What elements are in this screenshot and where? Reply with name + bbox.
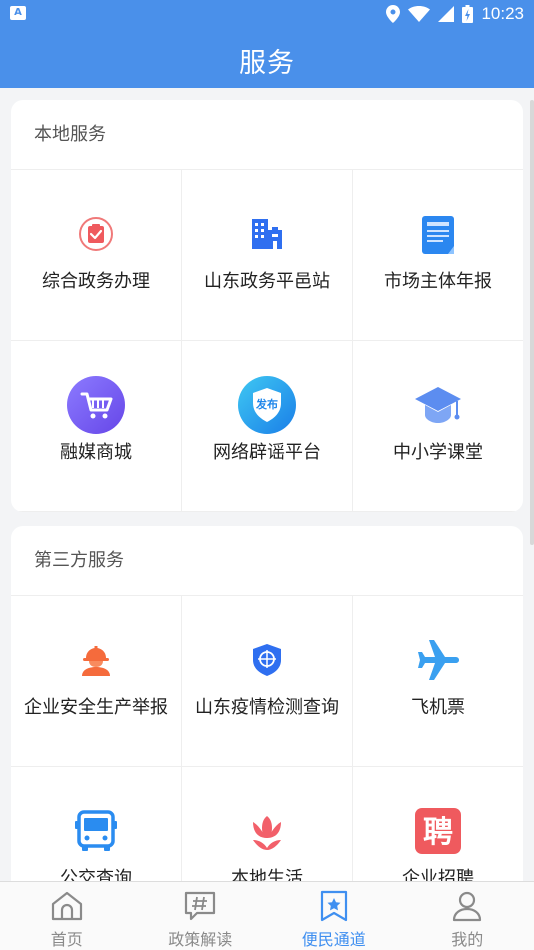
third-party-services-card: 第三方服务 企业安全生产举报 山东疫情检测查询 飞机票 公交查询 本地生活 聘 … bbox=[11, 526, 523, 886]
service-label: 融媒商城 bbox=[60, 442, 132, 463]
service-item-school-class[interactable]: 中小学课堂 bbox=[353, 341, 523, 512]
service-item-bus-query[interactable]: 公交查询 bbox=[11, 767, 182, 886]
nav-tab-mine[interactable]: 我的 bbox=[401, 882, 534, 950]
app-notification-icon: A bbox=[10, 6, 26, 20]
service-label: 市场主体年报 bbox=[384, 271, 492, 292]
bottom-nav: 首页 政策解读 便民通道 我的 bbox=[0, 881, 534, 950]
service-label: 企业安全生产举报 bbox=[24, 697, 168, 718]
local-services-card: 本地服务 综合政务办理 山东政务平邑站 市场主体年报 融媒商城 发布 网络辟谣平… bbox=[11, 100, 523, 512]
service-item-rumor-platform[interactable]: 发布 网络辟谣平台 bbox=[182, 341, 353, 512]
nav-label: 政策解读 bbox=[168, 930, 233, 949]
battery-icon bbox=[462, 5, 474, 23]
nav-tab-home[interactable]: 首页 bbox=[0, 882, 134, 950]
local-services-title: 本地服务 bbox=[11, 100, 523, 170]
service-item-media-mall[interactable]: 融媒商城 bbox=[11, 341, 182, 512]
signal-icon bbox=[438, 6, 455, 22]
flower-icon bbox=[237, 801, 297, 861]
service-item-job-recruit[interactable]: 聘 企业招聘 bbox=[353, 767, 523, 886]
service-item-safety-report[interactable]: 企业安全生产举报 bbox=[11, 596, 182, 767]
hashtag-chat-icon bbox=[185, 891, 216, 921]
service-label: 综合政务办理 bbox=[42, 271, 150, 292]
service-item-epidemic-test[interactable]: 山东疫情检测查询 bbox=[182, 596, 353, 767]
service-item-flight-tickets[interactable]: 飞机票 bbox=[353, 596, 523, 767]
wifi-icon bbox=[408, 6, 431, 22]
page-title: 服务 bbox=[239, 48, 295, 79]
location-icon bbox=[386, 5, 401, 23]
service-item-local-life[interactable]: 本地生活 bbox=[182, 767, 353, 886]
service-label: 网络辟谣平台 bbox=[213, 442, 321, 463]
status-bar: A 10:23 bbox=[0, 0, 534, 28]
nav-tab-convenience[interactable]: 便民通道 bbox=[267, 882, 401, 950]
service-label: 山东疫情检测查询 bbox=[195, 697, 339, 718]
nav-tab-policy[interactable]: 政策解读 bbox=[134, 882, 268, 950]
service-label: 山东政务平邑站 bbox=[204, 271, 330, 292]
nav-label: 首页 bbox=[50, 930, 83, 949]
checklist-icon bbox=[66, 204, 126, 264]
bus-icon bbox=[66, 801, 126, 861]
bookmark-star-icon bbox=[320, 890, 347, 922]
release-icon-text: 发布 bbox=[255, 397, 278, 411]
release-shield-icon: 发布 bbox=[237, 375, 297, 435]
nav-label: 便民通道 bbox=[301, 930, 366, 949]
service-item-comprehensive-affairs[interactable]: 综合政务办理 bbox=[11, 170, 182, 341]
nav-label: 我的 bbox=[451, 930, 484, 949]
worker-helmet-icon bbox=[66, 630, 126, 690]
service-item-annual-report[interactable]: 市场主体年报 bbox=[353, 170, 523, 341]
service-label: 中小学课堂 bbox=[393, 442, 483, 463]
user-icon bbox=[453, 891, 482, 922]
recruit-icon-text: 聘 bbox=[423, 815, 453, 850]
app-header: 服务 bbox=[0, 28, 534, 88]
shopping-cart-icon bbox=[66, 375, 126, 435]
recruit-icon: 聘 bbox=[408, 801, 468, 861]
shield-target-icon bbox=[237, 630, 297, 690]
graduation-cap-icon bbox=[408, 375, 468, 435]
document-icon bbox=[408, 204, 468, 264]
buildings-icon bbox=[237, 204, 297, 264]
home-icon bbox=[51, 891, 82, 921]
scrollbar[interactable] bbox=[530, 100, 534, 545]
airplane-icon bbox=[408, 630, 468, 690]
third-party-services-title: 第三方服务 bbox=[11, 526, 523, 596]
service-label: 飞机票 bbox=[411, 697, 465, 718]
clock: 10:23 bbox=[481, 4, 524, 23]
service-item-shandong-pingyi[interactable]: 山东政务平邑站 bbox=[182, 170, 353, 341]
